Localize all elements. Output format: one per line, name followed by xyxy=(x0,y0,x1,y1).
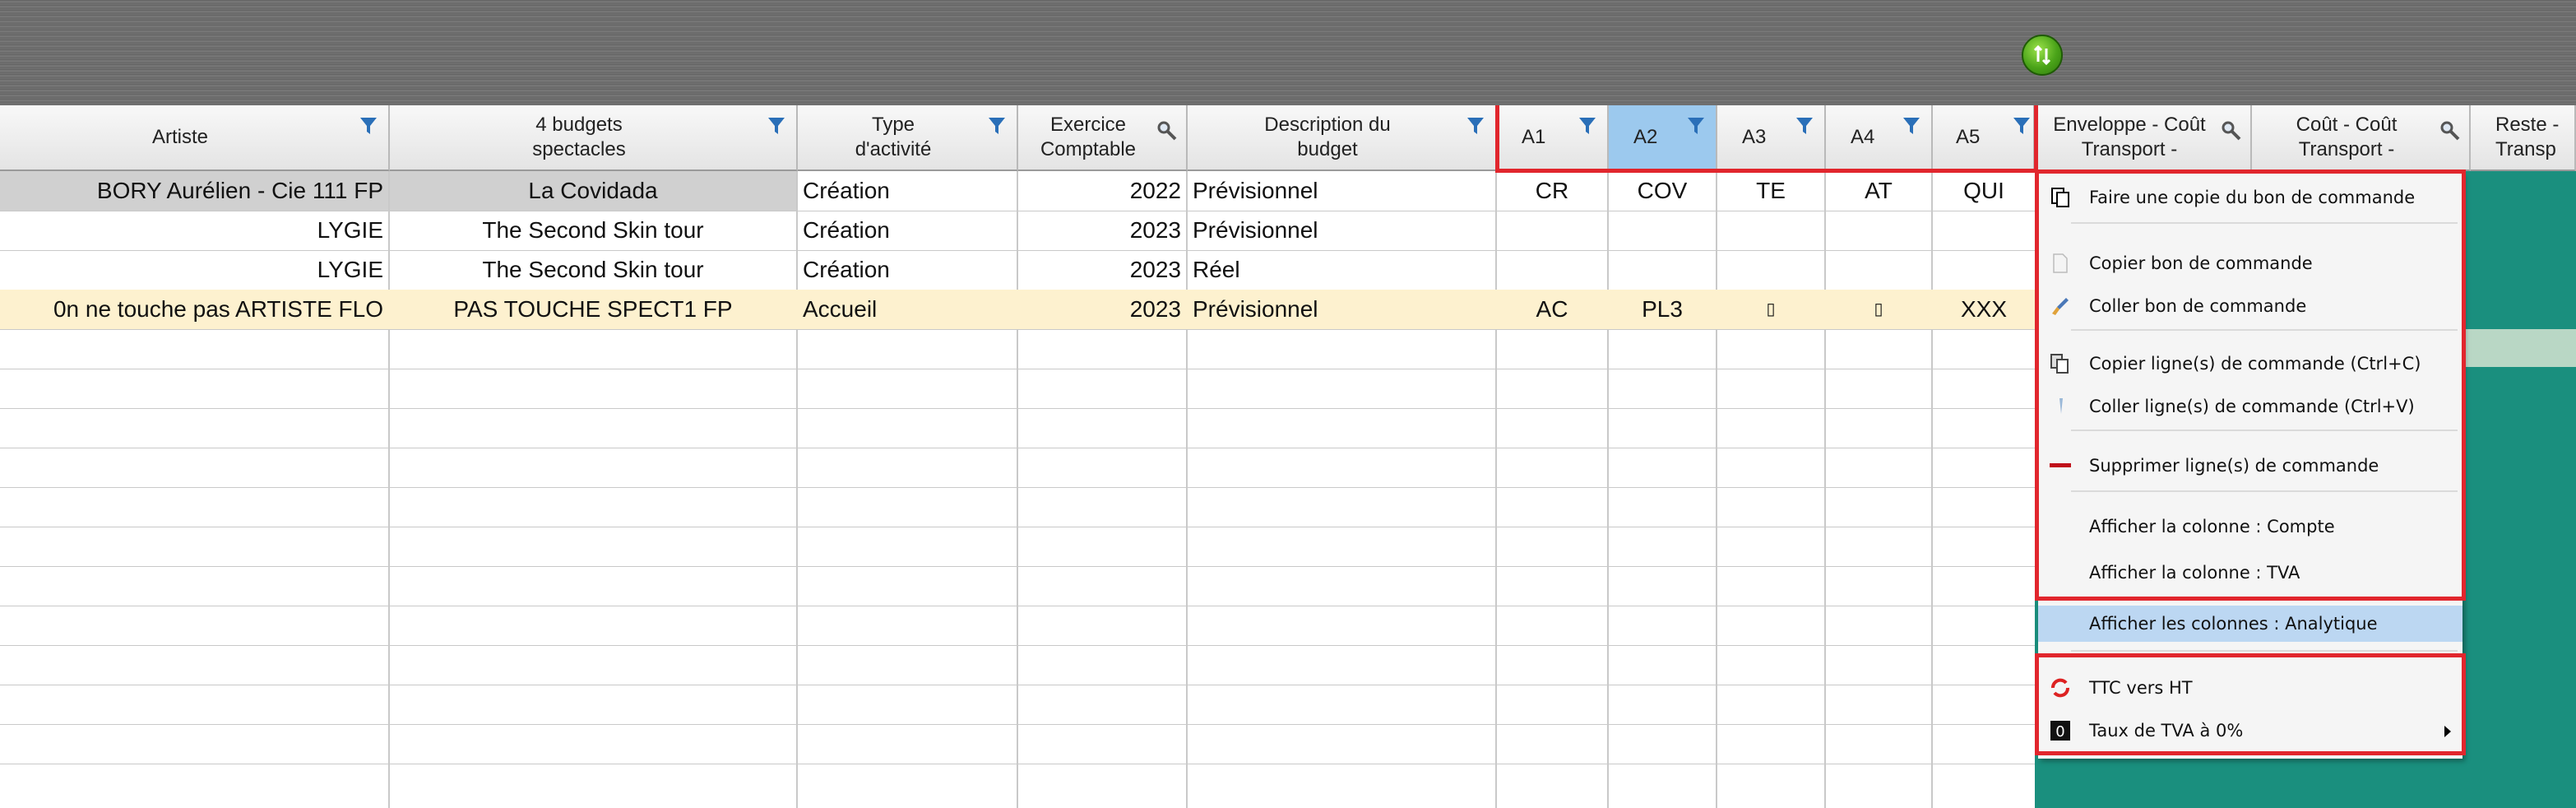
zero-icon: 0 xyxy=(2050,721,2070,741)
filter-icon[interactable] xyxy=(1466,115,1485,137)
cell-exercice[interactable]: 2023 xyxy=(1018,290,1186,329)
row-divider xyxy=(0,329,2035,330)
search-icon[interactable] xyxy=(2221,120,2242,142)
header-budgets[interactable]: 4 budgets spectacles xyxy=(390,105,798,171)
table-row[interactable]: LYGIE The Second Skin tour Création 2023… xyxy=(0,250,2035,290)
header-artiste[interactable]: Artiste xyxy=(0,105,390,171)
cell-description[interactable]: Prévisionnel xyxy=(1188,290,1495,329)
header-exercice[interactable]: Exercice Comptable xyxy=(1018,105,1188,171)
cell-exercice[interactable]: 2023 xyxy=(1018,250,1186,290)
toolbar-band xyxy=(0,0,2576,104)
cell-budget[interactable]: PAS TOUCHE SPECT1 FP xyxy=(390,290,796,329)
header-description[interactable]: Description du budget xyxy=(1188,105,1497,171)
cell-a1[interactable]: AC xyxy=(1497,290,1607,329)
context-menu: Faire une copie du bon de commande Copie… xyxy=(2035,169,2466,759)
menu-separator xyxy=(2071,650,2458,652)
copy-document-icon xyxy=(2051,188,2069,207)
menu-separator xyxy=(2071,222,2458,224)
cell-type[interactable]: Création xyxy=(798,250,1017,290)
cell-a4[interactable]: AT xyxy=(1826,171,1931,211)
cell-budget[interactable]: The Second Skin tour xyxy=(390,211,796,250)
search-icon[interactable] xyxy=(2439,120,2461,142)
cell-budget[interactable]: The Second Skin tour xyxy=(390,250,796,290)
filter-icon[interactable] xyxy=(767,115,786,137)
paste-icon xyxy=(2059,398,2063,414)
row-divider xyxy=(0,724,2035,725)
cell-artiste[interactable]: BORY Aurélien - Cie 111 FP xyxy=(0,171,388,211)
menu-item-paste-lines[interactable]: Coller ligne(s) de commande (Ctrl+V) xyxy=(2038,385,2462,428)
header-a5[interactable]: A5 xyxy=(1933,105,2035,171)
header-reste[interactable]: Reste - Transp xyxy=(2471,105,2576,171)
brush-icon xyxy=(2052,298,2069,315)
svg-text:0: 0 xyxy=(2055,723,2064,741)
cell-a4[interactable]: ▯ xyxy=(1826,290,1931,329)
row-divider xyxy=(0,566,2035,567)
cell-type[interactable]: Création xyxy=(798,171,1017,211)
header-a1[interactable]: A1 xyxy=(1497,105,1609,171)
menu-item-tva-zero[interactable]: 0 Taux de TVA à 0% xyxy=(2038,709,2462,752)
teal-cell-highlight xyxy=(2466,329,2576,367)
menu-item-copy-bon[interactable]: Copier bon de commande xyxy=(2038,242,2462,285)
cell-description[interactable]: Prévisionnel xyxy=(1188,211,1495,250)
cell-a2[interactable]: COV xyxy=(1609,171,1716,211)
cell-description[interactable]: Prévisionnel xyxy=(1188,171,1495,211)
menu-separator xyxy=(2071,329,2458,331)
cell-artiste[interactable]: 0n ne touche pas ARTISTE FLO xyxy=(0,290,388,329)
cell-a5[interactable]: XXX xyxy=(1933,290,2035,329)
menu-item-copy-order[interactable]: Faire une copie du bon de commande xyxy=(2038,176,2462,219)
table-row[interactable]: LYGIE The Second Skin tour Création 2023… xyxy=(0,211,2035,250)
copy-lines-icon xyxy=(2050,354,2069,374)
cell-a3[interactable]: ▯ xyxy=(1717,290,1824,329)
header-type[interactable]: Type d'activité xyxy=(798,105,1018,171)
refresh-button[interactable] xyxy=(2022,35,2063,76)
filter-icon[interactable] xyxy=(1578,115,1597,137)
filter-icon[interactable] xyxy=(1902,115,1921,137)
menu-item-show-compte[interactable]: Afficher la colonne : Compte xyxy=(2038,505,2462,548)
search-icon[interactable] xyxy=(1156,120,1178,142)
cell-a1[interactable]: CR xyxy=(1497,171,1607,211)
convert-icon xyxy=(2051,678,2069,698)
header-a4[interactable]: A4 xyxy=(1826,105,1933,171)
filter-icon[interactable] xyxy=(2012,115,2032,137)
menu-item-ttc-ht[interactable]: TTC vers HT xyxy=(2038,666,2462,709)
table-row-selected[interactable]: 0n ne touche pas ARTISTE FLO PAS TOUCHE … xyxy=(0,290,2035,329)
filter-icon[interactable] xyxy=(359,115,378,137)
cell-artiste[interactable]: LYGIE xyxy=(0,211,388,250)
cell-type[interactable]: Accueil xyxy=(798,290,1017,329)
filter-icon[interactable] xyxy=(1795,115,1814,137)
row-divider xyxy=(0,408,2035,409)
cell-a2[interactable]: PL3 xyxy=(1609,290,1716,329)
refresh-icon xyxy=(2033,44,2051,66)
menu-item-delete-lines[interactable]: Supprimer ligne(s) de commande xyxy=(2038,444,2462,487)
menu-item-show-analytique[interactable]: Afficher les colonnes : Analytique xyxy=(2038,606,2462,642)
menu-item-copy-lines[interactable]: Copier ligne(s) de commande (Ctrl+C) xyxy=(2038,342,2462,385)
cell-a3[interactable]: TE xyxy=(1717,171,1824,211)
menu-item-show-tva[interactable]: Afficher la colonne : TVA xyxy=(2038,551,2462,594)
table-row[interactable]: BORY Aurélien - Cie 111 FP La Covidada C… xyxy=(0,171,2035,211)
document-icon xyxy=(2053,253,2068,273)
cell-type[interactable]: Création xyxy=(798,211,1017,250)
cell-a5[interactable]: QUI xyxy=(1933,171,2035,211)
cell-budget[interactable]: La Covidada xyxy=(390,171,796,211)
delete-line-icon xyxy=(2050,463,2071,467)
menu-separator xyxy=(2071,490,2458,492)
cell-artiste[interactable]: LYGIE xyxy=(0,250,388,290)
submenu-arrow-icon xyxy=(2444,726,2451,737)
cell-exercice[interactable]: 2023 xyxy=(1018,211,1186,250)
row-divider xyxy=(0,645,2035,646)
cell-description[interactable]: Réel xyxy=(1188,250,1495,290)
filter-icon[interactable] xyxy=(1686,115,1706,137)
header-enveloppe[interactable]: Enveloppe - Coût Transport - xyxy=(2035,105,2252,171)
row-divider xyxy=(0,487,2035,488)
menu-separator xyxy=(2071,430,2458,431)
cell-exercice[interactable]: 2022 xyxy=(1018,171,1186,211)
filter-icon[interactable] xyxy=(987,115,1007,137)
header-a3[interactable]: A3 xyxy=(1717,105,1826,171)
header-a2[interactable]: A2 xyxy=(1609,105,1717,171)
header-cout[interactable]: Coût - Coût Transport - xyxy=(2252,105,2471,171)
menu-item-paste-bon[interactable]: Coller bon de commande xyxy=(2038,285,2462,327)
